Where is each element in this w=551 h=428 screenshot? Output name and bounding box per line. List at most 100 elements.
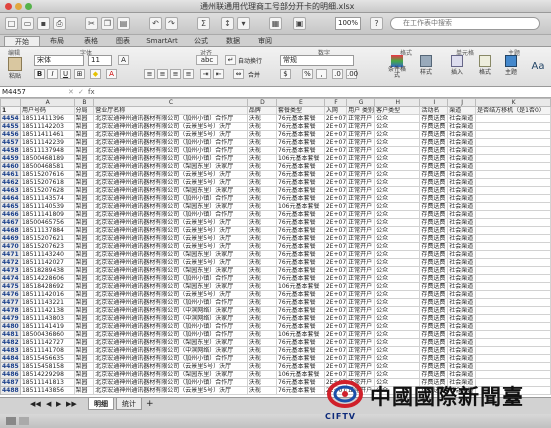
cell[interactable]: 正常开户 xyxy=(346,138,376,147)
header-cell[interactable]: 品牌 xyxy=(246,106,278,115)
formula-input[interactable] xyxy=(100,88,548,97)
cell[interactable]: 106元基本套餐 xyxy=(276,154,325,163)
cell[interactable]: 北京宏通神州通讯器材有限公司（加州小镇）合作厅 xyxy=(93,298,248,307)
cell[interactable]: 梨园 xyxy=(73,306,95,315)
cell[interactable]: 北京宏通神州通讯器材有限公司（中滨网络）沃家厅 xyxy=(93,314,248,323)
column-header[interactable]: D xyxy=(246,98,278,107)
cell[interactable] xyxy=(475,218,551,227)
cell[interactable]: 正常开户 xyxy=(346,170,376,179)
tab-data[interactable]: 数据 xyxy=(220,36,246,46)
cell[interactable]: 18511137948 xyxy=(19,146,75,155)
cell[interactable]: 梨园 xyxy=(73,194,95,203)
cell[interactable]: 公众 xyxy=(374,234,421,243)
cell[interactable]: 2E+07 xyxy=(323,186,348,195)
row-number[interactable]: 4484 xyxy=(0,354,21,363)
cell[interactable]: 18500436860 xyxy=(19,330,75,339)
paste-icon[interactable]: ▤ xyxy=(117,17,130,30)
sort-icon[interactable]: ↕ xyxy=(221,17,234,30)
cell[interactable]: 18511140539 xyxy=(19,202,75,211)
cell[interactable]: 2E+07 xyxy=(323,354,348,363)
prev-sheet-icon[interactable]: ◀ xyxy=(46,400,51,408)
cell[interactable]: 正常开户 xyxy=(346,314,376,323)
cell[interactable]: 沃视 xyxy=(246,234,278,243)
cell[interactable]: 正常开户 xyxy=(346,130,376,139)
row-number[interactable]: 4471 xyxy=(0,250,21,259)
row-number[interactable]: 4455 xyxy=(0,122,21,131)
cell[interactable]: 梨园 xyxy=(73,146,95,155)
row-number[interactable]: 4488 xyxy=(0,386,21,395)
undo-icon[interactable]: ↶ xyxy=(149,17,162,30)
cell[interactable]: 106元基本套餐 xyxy=(276,330,325,339)
cell[interactable]: 18511141419 xyxy=(19,322,75,331)
cell[interactable]: 梨园 xyxy=(73,154,95,163)
cell[interactable] xyxy=(475,226,551,235)
row-number[interactable]: 4469 xyxy=(0,234,21,243)
cell[interactable]: 社会渠道 xyxy=(447,194,477,203)
cell[interactable]: 北京宏通神州通讯器材有限公司（加州小镇）合作厅 xyxy=(93,194,248,203)
cell[interactable]: 沃视 xyxy=(246,354,278,363)
cell[interactable]: 2E+07 xyxy=(323,202,348,211)
cell[interactable]: 公众 xyxy=(374,266,421,275)
cell[interactable]: 北京宏通神州通讯器材有限公司（加州小镇）合作厅 xyxy=(93,378,248,387)
cell[interactable]: 梨园 xyxy=(73,346,95,355)
cell[interactable]: 2E+07 xyxy=(323,282,348,291)
cell[interactable]: 社会渠道 xyxy=(447,242,477,251)
cell[interactable]: 76元基本套餐 xyxy=(276,194,325,203)
comma-icon[interactable]: , xyxy=(316,69,327,79)
header-cell[interactable]: 营业厅名称 xyxy=(93,106,248,115)
cell[interactable]: 社会渠道 xyxy=(447,274,477,283)
cell[interactable]: 北京宏通神州通讯器材有限公司（云景里5号）沃厅 xyxy=(93,242,248,251)
row-number[interactable]: 4470 xyxy=(0,242,21,251)
cell[interactable]: 18511141809 xyxy=(19,210,75,219)
cell[interactable]: 存费送费 xyxy=(419,346,449,355)
name-box[interactable]: M4457 xyxy=(2,88,62,97)
cell[interactable]: 正常开户 xyxy=(346,122,376,131)
cell[interactable]: 社会渠道 xyxy=(447,322,477,331)
row-number[interactable]: 4481 xyxy=(0,330,21,339)
column-header[interactable]: E xyxy=(276,98,325,107)
column-header[interactable]: C xyxy=(93,98,248,107)
decrease-decimal-icon[interactable]: .00 xyxy=(346,69,358,79)
cell[interactable]: 存费送费 xyxy=(419,242,449,251)
cell[interactable]: 正常开户 xyxy=(346,226,376,235)
cell[interactable]: 北京宏通神州通讯器材有限公司（加州小镇）合作厅 xyxy=(93,138,248,147)
sheet-search-input[interactable]: 在工作表中搜索 xyxy=(390,17,540,30)
cell[interactable]: 北京宏通神州通讯器材有限公司（加州小镇）合作厅 xyxy=(93,330,248,339)
bold-button[interactable]: B xyxy=(34,69,45,79)
cell[interactable]: 社会渠道 xyxy=(447,170,477,179)
cell[interactable]: 正常开户 xyxy=(346,146,376,155)
cell[interactable]: 公众 xyxy=(374,122,421,131)
cell[interactable]: 公众 xyxy=(374,346,421,355)
cell[interactable]: 沃视 xyxy=(246,138,278,147)
cell[interactable]: 18515207628 xyxy=(19,186,75,195)
cell[interactable]: 梨园 xyxy=(73,138,95,147)
cell[interactable]: 正常开户 xyxy=(346,322,376,331)
cell[interactable] xyxy=(475,306,551,315)
cut-icon[interactable]: ✂ xyxy=(85,17,98,30)
cell[interactable]: 76元基本套餐 xyxy=(276,210,325,219)
row-number[interactable]: 4461 xyxy=(0,170,21,179)
cell[interactable]: 沃视 xyxy=(246,202,278,211)
column-header[interactable]: J xyxy=(447,98,477,107)
cell[interactable]: 北京宏通神州通讯器材有限公司（加州小镇）合作厅 xyxy=(93,274,248,283)
format-button[interactable]: 格式 xyxy=(474,55,496,76)
worksheet-grid[interactable]: A B C D E F G H I J K 1 用户号码 分局 营业厅名称 品牌 套餐类型 入网 用户 类别 客户类型… xyxy=(0,98,551,397)
cell[interactable]: 沃视 xyxy=(246,378,278,387)
cell[interactable]: 正常开户 xyxy=(346,114,376,123)
cell[interactable]: 公众 xyxy=(374,362,421,371)
cell[interactable]: 社会渠道 xyxy=(447,202,477,211)
new-icon[interactable]: □ xyxy=(5,17,18,30)
cell[interactable]: 2E+07 xyxy=(323,146,348,155)
cell[interactable]: 公众 xyxy=(374,178,421,187)
cell[interactable]: 北京宏通神州通讯器材有限公司（云景里5号）沃厅 xyxy=(93,362,248,371)
cell[interactable]: 公众 xyxy=(374,314,421,323)
align-left-icon[interactable]: ≡ xyxy=(144,69,155,79)
tab-layout[interactable]: 布局 xyxy=(44,36,70,46)
cell[interactable]: 2E+07 xyxy=(323,178,348,187)
cell[interactable]: 正常开户 xyxy=(346,258,376,267)
percent-icon[interactable]: % xyxy=(302,69,313,79)
cell[interactable]: 北京宏通神州通讯器材有限公司（云景里5号）沃厅 xyxy=(93,170,248,179)
cell[interactable]: 正常开户 xyxy=(346,346,376,355)
cell[interactable]: 18511141813 xyxy=(19,378,75,387)
cell[interactable]: 社会渠道 xyxy=(447,186,477,195)
